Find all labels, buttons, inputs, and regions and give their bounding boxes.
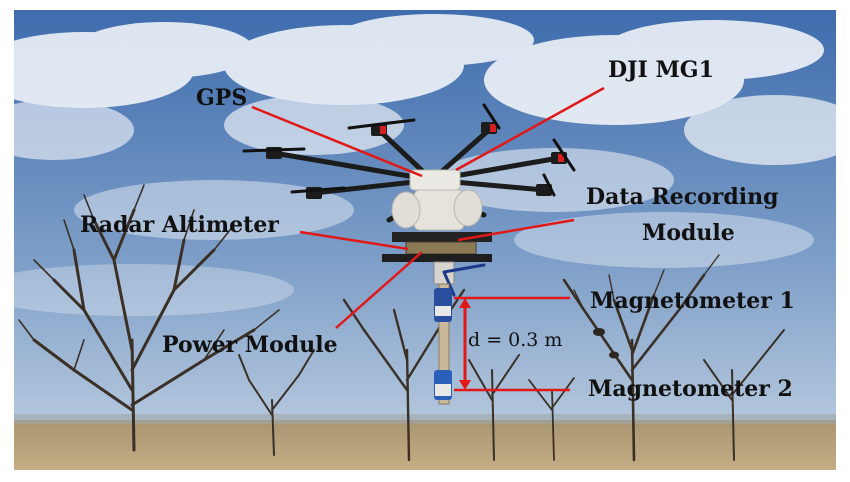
data-recording-label-line1: Data Recording: [586, 184, 779, 210]
dji-mg1-label: DJI MG1: [608, 57, 714, 83]
gps-label: GPS: [196, 85, 248, 111]
distance-label: d = 0.3 m: [468, 329, 563, 351]
radar-altimeter-label: Radar Altimeter: [80, 212, 279, 238]
power-module-label: Power Module: [162, 332, 338, 358]
magnetometer-1-label: Magnetometer 1: [590, 288, 795, 314]
data-recording-label-line2: Module: [642, 220, 735, 246]
magnetometer-2-label: Magnetometer 2: [588, 376, 793, 402]
